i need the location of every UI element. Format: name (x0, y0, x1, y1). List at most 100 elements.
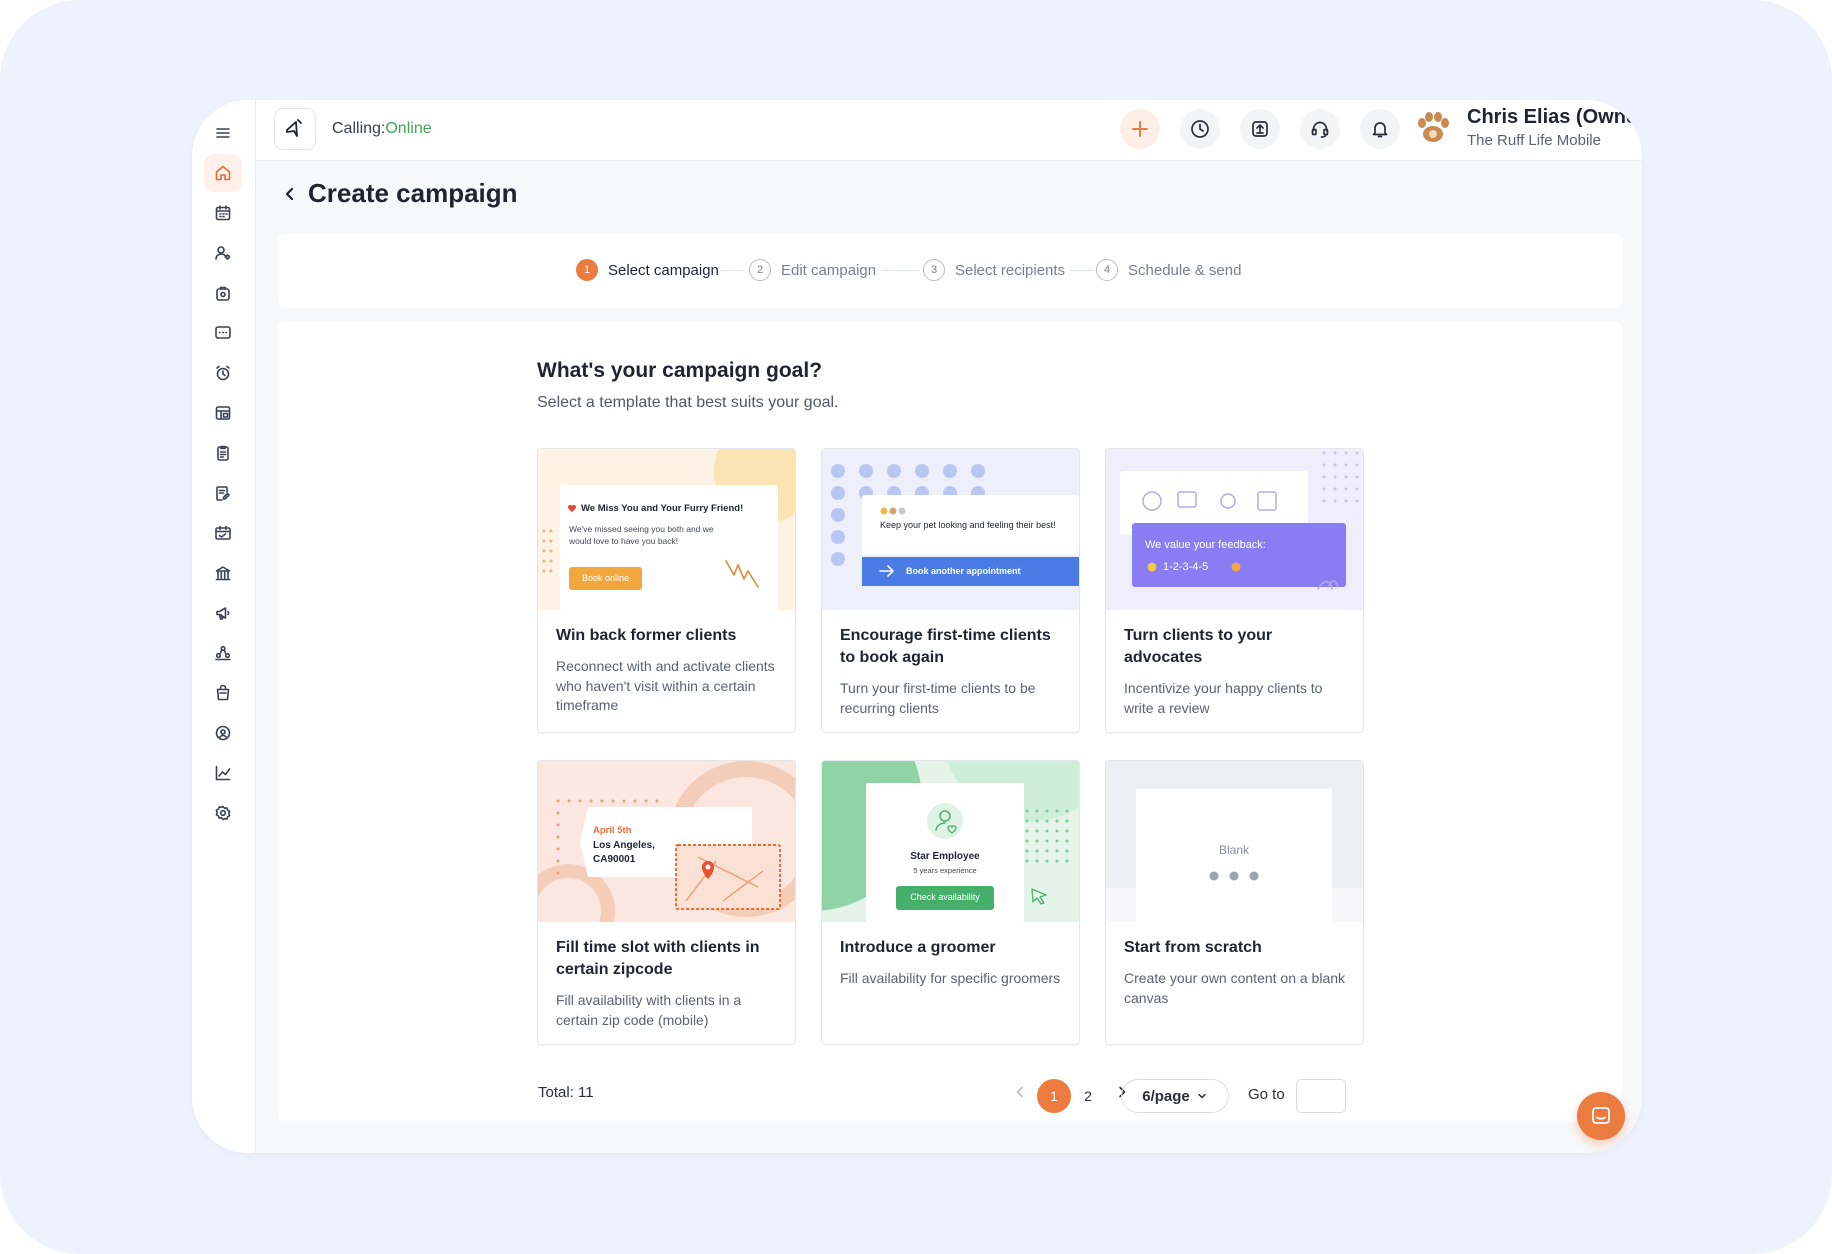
step-label: Schedule & send (1128, 261, 1242, 279)
sidebar-item-retail[interactable] (204, 674, 242, 712)
user-name[interactable]: Chris Elias (Owner) (1467, 106, 1642, 129)
template-card-advocates[interactable]: We value your feedback: 1-2-3-4-5 Turn c… (1105, 448, 1364, 733)
template-card-blank[interactable]: Blank Start from scratch Create your own… (1105, 760, 1364, 1045)
thumbnail-body: We've missed seeing you both and we woul… (569, 524, 714, 546)
app-logo[interactable] (274, 108, 316, 150)
thumbnail-zip: CA90001 (593, 854, 636, 865)
thumbnail-blank-label: Blank (1218, 843, 1250, 857)
sidebar-item-campaigns[interactable] (204, 594, 242, 632)
template-description: Incentivize your happy clients to write … (1124, 680, 1323, 716)
template-title: Fill time slot with clients in certain z… (556, 939, 760, 978)
thumbnail-heading: We Miss You and Your Furry Friend! (581, 503, 744, 514)
retail-icon (216, 684, 230, 701)
thumbnail-decoration (1106, 789, 1363, 922)
step-schedule-send[interactable]: 4 Schedule & send (1096, 259, 1241, 281)
history-button[interactable] (1180, 109, 1220, 149)
template-thumbnail: Keep your pet looking and feeling their … (822, 449, 1079, 610)
page-size-value: 6/page (1142, 1087, 1190, 1105)
thumbnail-button: Book online (581, 573, 630, 583)
add-button[interactable] (1120, 109, 1160, 149)
reminders-icon (216, 365, 230, 381)
rewards-icon (215, 725, 231, 741)
step-divider (721, 270, 745, 271)
step-number: 1 (576, 259, 598, 281)
sidebar-item-clients[interactable] (204, 234, 242, 272)
top-bar: Calling:Online Chris Elias (Owner) The R… (256, 100, 1642, 161)
step-number: 4 (1096, 259, 1118, 281)
goto-page-input[interactable] (1296, 1079, 1346, 1113)
sidebar-item-reminders[interactable] (204, 354, 242, 392)
reports-icon (215, 765, 231, 781)
upload-icon (1252, 121, 1268, 137)
sidebar-item-messages[interactable] (204, 314, 242, 352)
sidebar-item-rewards[interactable] (204, 714, 242, 752)
settings-icon (215, 805, 231, 821)
step-number: 2 (749, 259, 771, 281)
template-description: Reconnect with and activate clients who … (556, 658, 775, 713)
step-divider (882, 270, 920, 271)
notifications-button[interactable] (1360, 109, 1400, 149)
template-thumbnail: We value your feedback: 1-2-3-4-5 (1106, 449, 1363, 610)
sidebar (192, 100, 256, 1153)
template-card-win-back[interactable]: We Miss You and Your Furry Friend! We've… (537, 448, 796, 733)
bookings-icon (215, 406, 231, 420)
sidebar-item-pets[interactable] (204, 274, 242, 312)
menu-icon[interactable] (204, 114, 242, 152)
step-select-campaign[interactable]: 1 Select campaign (576, 259, 719, 281)
sidebar-item-staff[interactable] (204, 634, 242, 672)
sidebar-item-settings[interactable] (204, 794, 242, 832)
thumbnail-body: Keep your pet looking and feeling their … (880, 520, 1056, 530)
goal-subtitle: Select a template that best suits your g… (537, 394, 839, 411)
goto-label: Go to (1248, 1086, 1285, 1103)
thumbnail-decoration (1120, 451, 1359, 590)
step-edit-campaign[interactable]: 2 Edit campaign (749, 259, 876, 281)
step-number: 3 (923, 259, 945, 281)
sidebar-item-finance[interactable] (204, 554, 242, 592)
sidebar-item-reports[interactable] (204, 754, 242, 792)
payments-icon (215, 525, 231, 540)
page-size-select[interactable]: 6/page (1121, 1079, 1229, 1113)
template-description: Create your own content on a blank canva… (1124, 970, 1346, 1006)
step-label: Select campaign (608, 261, 719, 279)
template-title: Start from scratch (1124, 939, 1262, 956)
sidebar-item-home[interactable] (204, 154, 242, 192)
calling-status: Calling:Online (332, 120, 432, 138)
sidebar-item-checklist[interactable] (204, 434, 242, 472)
template-card-zipcode[interactable]: April 5th Los Angeles, CA90001 Fill time… (537, 760, 796, 1045)
user-org: The Ruff Life Mobile (1467, 132, 1601, 149)
messages-icon (215, 326, 231, 339)
chat-support-button[interactable] (1577, 1092, 1625, 1140)
template-description: Fill availability with clients in a cert… (556, 992, 742, 1028)
template-card-first-time[interactable]: Keep your pet looking and feeling their … (821, 448, 1080, 733)
headset-icon (1311, 121, 1329, 138)
notes-icon (216, 486, 230, 501)
upload-button[interactable] (1240, 109, 1280, 149)
back-arrow-icon[interactable] (282, 184, 298, 204)
clients-icon (215, 246, 231, 260)
finance-icon (215, 566, 231, 581)
sidebar-item-notes[interactable] (204, 474, 242, 512)
sidebar-item-bookings[interactable] (204, 394, 242, 432)
template-thumbnail: April 5th Los Angeles, CA90001 (538, 761, 795, 922)
template-card-groomer[interactable]: Star Employee 5 years experience Check a… (821, 760, 1080, 1045)
template-description: Fill availability for specific groomers (840, 970, 1061, 986)
sidebar-item-payments[interactable] (204, 514, 242, 552)
support-button[interactable] (1300, 109, 1340, 149)
template-thumbnail: Star Employee 5 years experience Check a… (822, 761, 1079, 922)
template-title: Win back former clients (556, 627, 737, 644)
step-select-recipients[interactable]: 3 Select recipients (923, 259, 1065, 281)
home-icon (215, 165, 231, 181)
template-title: Introduce a groomer (840, 939, 996, 956)
step-label: Select recipients (955, 261, 1066, 279)
template-thumbnail: We Miss You and Your Furry Friend! We've… (538, 449, 795, 610)
sidebar-item-calendar[interactable] (204, 194, 242, 232)
pets-icon (216, 286, 230, 301)
page-1-button[interactable]: 1 (1037, 1079, 1071, 1113)
avatar[interactable] (1411, 106, 1455, 150)
thumbnail-button: Book another appointment (906, 566, 1021, 576)
thumbnail-employee-name: Star Employee (910, 851, 980, 862)
template-picker: What's your campaign goal? Select a temp… (278, 322, 1622, 1122)
prev-page-icon[interactable] (1012, 1084, 1028, 1100)
chevron-down-icon (1198, 1093, 1206, 1099)
page-2-button[interactable]: 2 (1071, 1079, 1105, 1113)
